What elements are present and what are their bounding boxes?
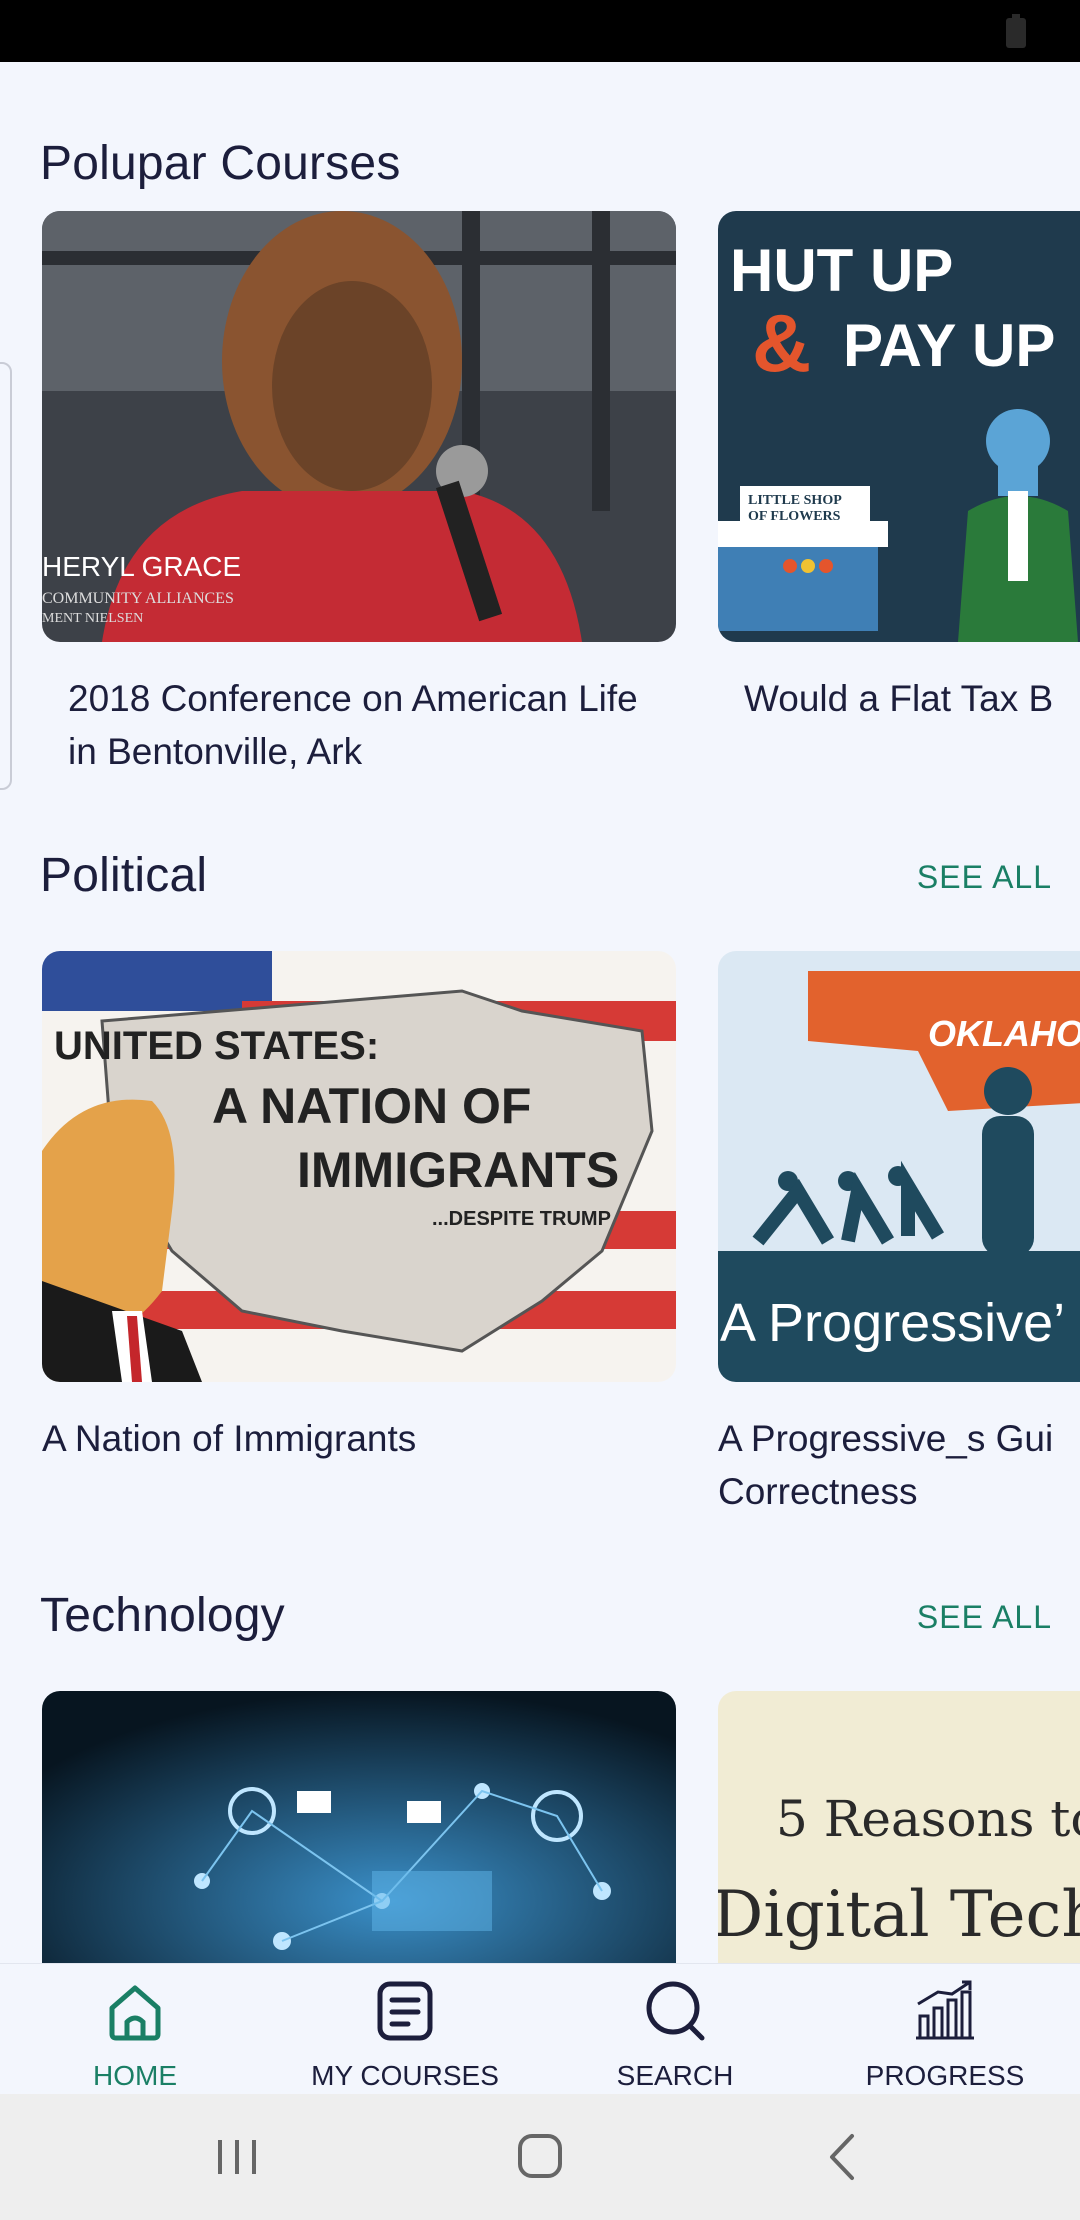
svg-text:A NATION OF: A NATION OF [212,1078,531,1134]
course-title-conference[interactable]: 2018 Conference on American Life in Bent… [68,672,668,778]
status-bar [0,0,1080,62]
svg-text:&: & [752,298,811,389]
svg-text:UNITED STATES:: UNITED STATES: [54,1024,379,1068]
course-card-image-immigrants[interactable]: UNITED STATES: A NATION OF IMMIGRANTS ..… [42,951,676,1382]
nav-home[interactable]: HOME [0,1964,270,2095]
network-thumbnail [42,1691,676,1991]
conference-thumbnail: HERYL GRACE COMMUNITY ALLIANCES MENT NIE… [42,211,676,642]
home-button-icon[interactable] [505,2124,575,2190]
nav-my-courses[interactable]: MY COURSES [270,1964,540,2095]
battery-icon [1006,14,1026,48]
svg-text:...DESPITE TRUMP: ...DESPITE TRUMP [432,1208,611,1230]
progressive-thumbnail: OKLAHO A Progressive’ [718,951,1080,1382]
section-title-popular: Polupar Courses [40,137,401,190]
nav-my-courses-label: MY COURSES [311,2060,499,2091]
course-card-image-digital[interactable]: 5 Reasons to u Digital Technol [718,1691,1080,1991]
edge-panel-handle[interactable] [0,362,12,790]
section-title-technology: Technology [40,1589,285,1642]
overlay-name-text: HERYL GRACE [42,551,241,582]
course-title-flat-tax[interactable]: Would a Flat Tax B [744,672,1080,725]
digital-technology-thumbnail: 5 Reasons to u Digital Technol [718,1691,1080,1991]
progress-chart-icon [916,1980,974,2040]
system-navigation-bar [0,2094,1080,2220]
nav-progress[interactable]: PROGRESS [810,1964,1080,2095]
course-title-immigrants[interactable]: A Nation of Immigrants [42,1412,662,1465]
svg-text:COMMUNITY ALLIANCES: COMMUNITY ALLIANCES [42,590,234,607]
course-card-image-network[interactable] [42,1691,676,1991]
svg-text:OKLAHO: OKLAHO [928,1013,1080,1054]
svg-text:PAY UP: PAY UP [843,312,1055,379]
course-card-image-progressive[interactable]: OKLAHO A Progressive’ [718,951,1080,1382]
nav-progress-label: PROGRESS [865,2060,1025,2091]
nav-search[interactable]: SEARCH [540,1964,810,2095]
course-title-progressive[interactable]: A Progressive_s Gui Correctness [718,1412,1080,1518]
course-card-image-flat-tax[interactable]: HUT UP & PAY UP LITTLE SHOP OF FLOWERS [718,211,1080,642]
nav-home-label: HOME [93,2060,177,2091]
immigrants-thumbnail: UNITED STATES: A NATION OF IMMIGRANTS ..… [42,951,676,1382]
nav-search-label: SEARCH [616,2060,734,2091]
svg-text:LITTLE SHOP: LITTLE SHOP [748,493,842,508]
svg-text:HUT UP: HUT UP [730,237,953,304]
svg-text:MENT NIELSEN: MENT NIELSEN [42,611,143,626]
home-icon [109,1985,161,2041]
svg-text:Digital Technol: Digital Technol [718,1878,1080,1952]
see-all-political-button[interactable]: SEE ALL [917,859,1052,896]
back-icon[interactable] [808,2124,878,2190]
flat-tax-thumbnail: HUT UP & PAY UP LITTLE SHOP OF FLOWERS [718,211,1080,642]
course-card-image-conference[interactable]: HERYL GRACE COMMUNITY ALLIANCES MENT NIE… [42,211,676,642]
svg-text:A Progressive’: A Progressive’ [720,1293,1065,1353]
svg-text:5 Reasons to u: 5 Reasons to u [776,1790,1080,1848]
search-icon [646,1981,705,2041]
see-all-technology-button[interactable]: SEE ALL [917,1599,1052,1636]
section-title-political: Political [40,849,208,902]
svg-text:IMMIGRANTS: IMMIGRANTS [297,1142,619,1198]
recent-apps-icon[interactable] [202,2124,272,2190]
courses-icon [377,1981,433,2041]
bottom-navigation: HOME MY COURSES SEARCH PROGRESS [0,1963,1080,2095]
